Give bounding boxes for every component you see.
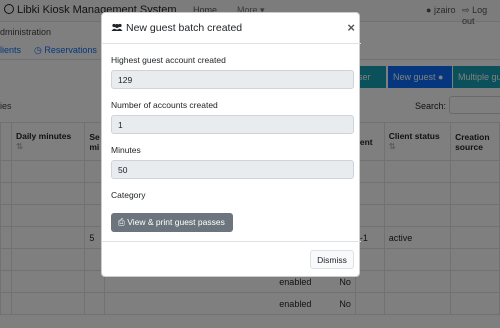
highest-account-field: 129 [111,70,354,89]
accounts-created-field: 1 [111,115,354,134]
minutes-label: Minutes [111,145,141,155]
minutes-field: 50 [111,160,354,179]
category-label: Category [111,190,146,200]
modal-footer: Dismiss [102,241,361,278]
modal-header: New guest batch created × [102,13,361,44]
users-icon [111,23,123,35]
modal-title-text: New guest batch created [126,22,243,34]
modal-title: New guest batch created [111,22,242,35]
print-guest-passes-button[interactable]: ⎙ View & print guest passes [111,213,233,232]
dismiss-button[interactable]: Dismiss [310,250,354,269]
new-guest-batch-modal: New guest batch created × Highest guest … [101,12,361,278]
close-icon[interactable]: × [347,20,355,35]
printer-icon: ⎙ [118,217,125,227]
highest-account-label: Highest guest account created [111,55,226,65]
accounts-created-label: Number of accounts created [111,100,218,110]
print-button-label: View & print guest passes [127,217,225,227]
